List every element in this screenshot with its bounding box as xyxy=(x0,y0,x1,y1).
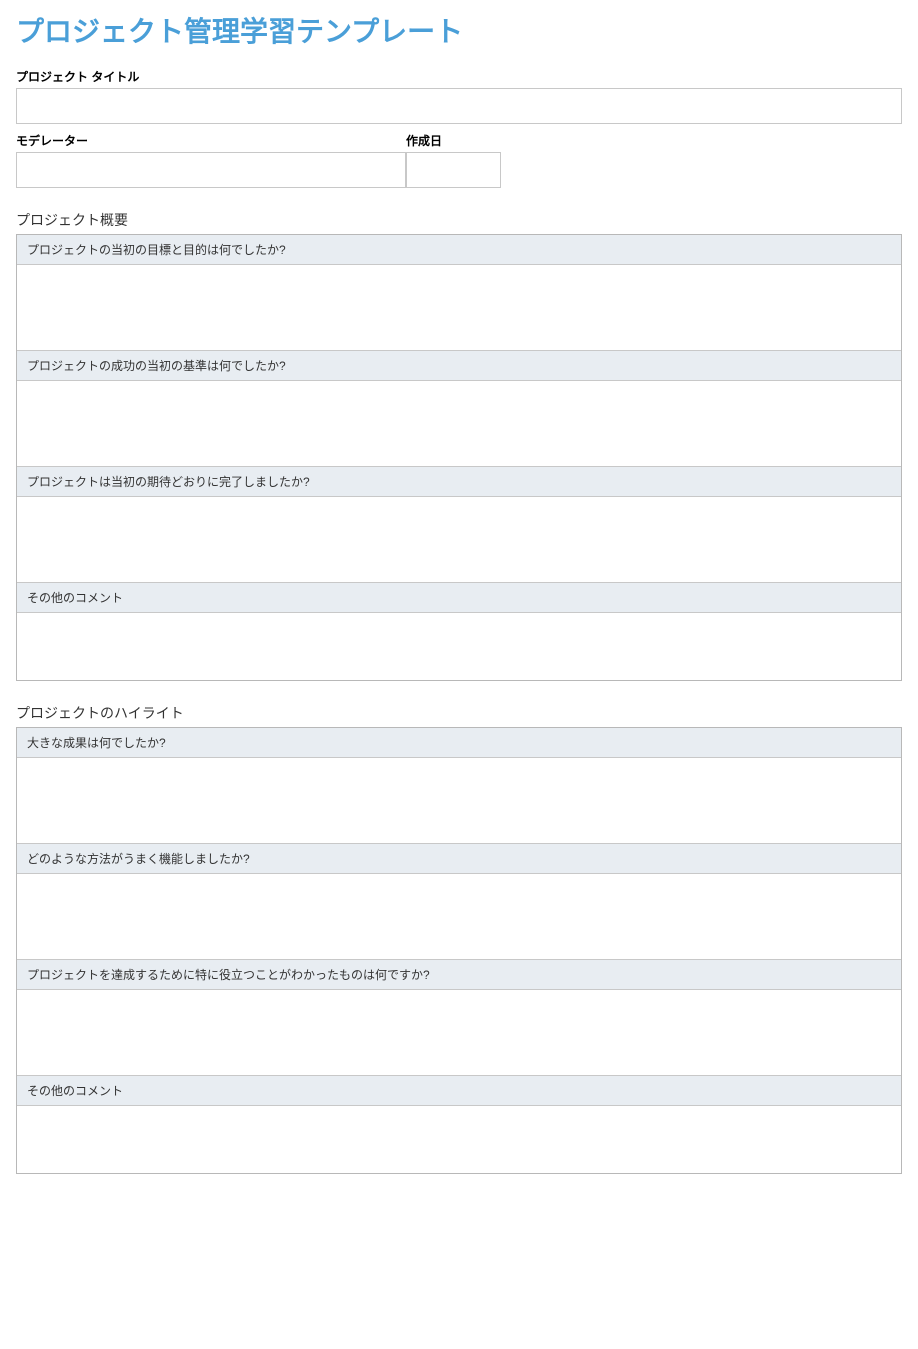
overview-q4-input[interactable] xyxy=(17,613,901,675)
moderator-input[interactable] xyxy=(16,152,406,188)
created-date-input[interactable] xyxy=(406,152,501,188)
page-title: プロジェクト管理学習テンプレート xyxy=(16,10,902,50)
overview-q3-input[interactable] xyxy=(17,497,901,577)
meta-row: モデレーター 作成日 xyxy=(16,132,902,188)
overview-q2-input[interactable] xyxy=(17,381,901,461)
section-overview: プロジェクト概要 プロジェクトの当初の目標と目的は何でしたか? プロジェクトの成… xyxy=(16,210,902,681)
section-highlights: プロジェクトのハイライト 大きな成果は何でしたか? どのような方法がうまく機能し… xyxy=(16,703,902,1174)
project-title-group: プロジェクト タイトル xyxy=(16,68,902,124)
overview-q2-label: プロジェクトの成功の当初の基準は何でしたか? xyxy=(17,351,901,381)
highlights-q1-input[interactable] xyxy=(17,758,901,838)
moderator-label: モデレーター xyxy=(16,132,406,149)
overview-block: プロジェクトの当初の目標と目的は何でしたか? プロジェクトの成功の当初の基準は何… xyxy=(16,234,902,681)
created-date-group: 作成日 xyxy=(406,132,501,188)
highlights-q2-label: どのような方法がうまく機能しましたか? xyxy=(17,844,901,874)
highlights-q4-group: その他のコメント xyxy=(17,1076,901,1173)
moderator-group: モデレーター xyxy=(16,132,406,188)
highlights-q4-label: その他のコメント xyxy=(17,1076,901,1106)
highlights-q4-input[interactable] xyxy=(17,1106,901,1168)
overview-q4-group: その他のコメント xyxy=(17,583,901,680)
section-highlights-title: プロジェクトのハイライト xyxy=(16,703,902,723)
created-date-label: 作成日 xyxy=(406,132,501,149)
highlights-block: 大きな成果は何でしたか? どのような方法がうまく機能しましたか? プロジェクトを… xyxy=(16,727,902,1174)
highlights-q3-label: プロジェクトを達成するために特に役立つことがわかったものは何ですか? xyxy=(17,960,901,990)
highlights-q2-group: どのような方法がうまく機能しましたか? xyxy=(17,844,901,960)
overview-q1-label: プロジェクトの当初の目標と目的は何でしたか? xyxy=(17,235,901,265)
overview-q3-group: プロジェクトは当初の期待どおりに完了しましたか? xyxy=(17,467,901,583)
overview-q2-group: プロジェクトの成功の当初の基準は何でしたか? xyxy=(17,351,901,467)
project-title-input[interactable] xyxy=(16,88,902,124)
section-overview-title: プロジェクト概要 xyxy=(16,210,902,230)
overview-q4-label: その他のコメント xyxy=(17,583,901,613)
overview-q1-input[interactable] xyxy=(17,265,901,345)
overview-q3-label: プロジェクトは当初の期待どおりに完了しましたか? xyxy=(17,467,901,497)
overview-q1-group: プロジェクトの当初の目標と目的は何でしたか? xyxy=(17,235,901,351)
project-title-label: プロジェクト タイトル xyxy=(16,68,902,85)
highlights-q3-group: プロジェクトを達成するために特に役立つことがわかったものは何ですか? xyxy=(17,960,901,1076)
highlights-q2-input[interactable] xyxy=(17,874,901,954)
highlights-q1-group: 大きな成果は何でしたか? xyxy=(17,728,901,844)
highlights-q3-input[interactable] xyxy=(17,990,901,1070)
highlights-q1-label: 大きな成果は何でしたか? xyxy=(17,728,901,758)
